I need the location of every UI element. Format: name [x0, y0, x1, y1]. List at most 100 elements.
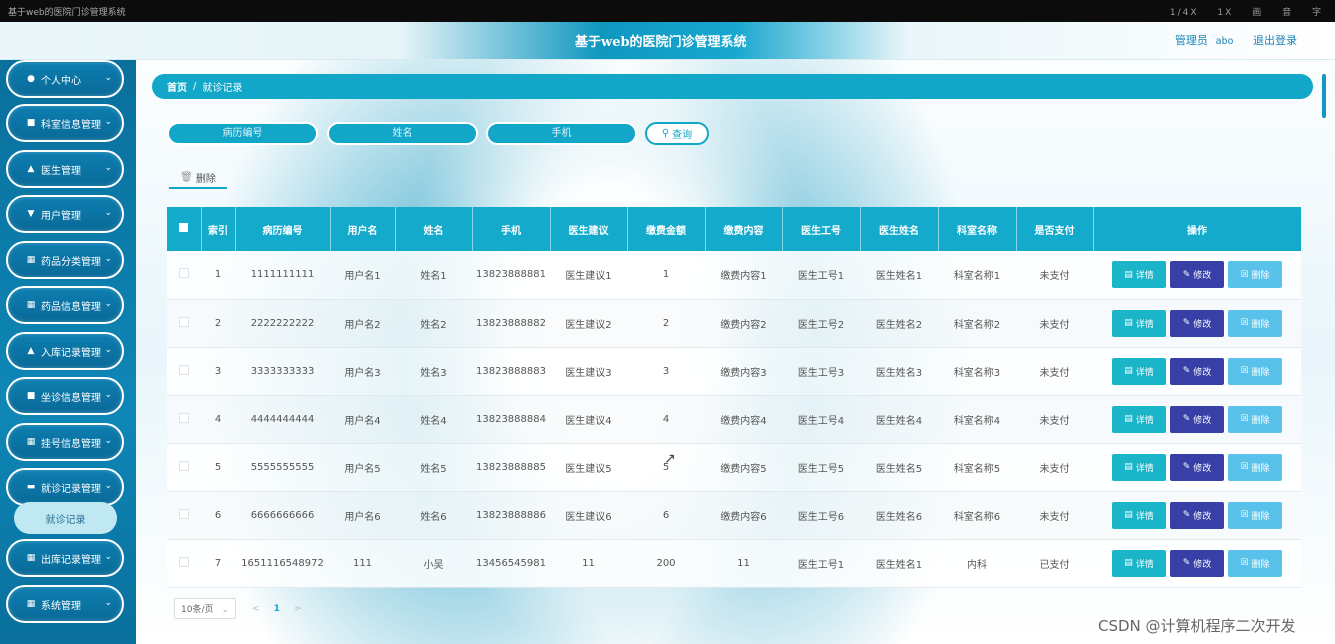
detail-button[interactable]: ▤ 详情: [1112, 405, 1166, 433]
player-controls[interactable]: 1/4X 1X 画 音 字: [1156, 5, 1323, 18]
select-all-header[interactable]: [167, 207, 202, 251]
detail-button[interactable]: ▤ 详情: [1112, 261, 1166, 289]
edit-button[interactable]: ✎ 修改: [1170, 549, 1224, 577]
search-button[interactable]: ⚲ 查询: [645, 122, 709, 145]
detail-button[interactable]: ▤ 详情: [1112, 501, 1166, 529]
chevron-down-icon: ⌄: [104, 390, 112, 400]
audio-control[interactable]: 音: [1282, 8, 1293, 18]
row-select-cell[interactable]: [167, 491, 201, 540]
row-select-cell[interactable]: [167, 443, 201, 492]
detail-button-label: 详情: [1135, 271, 1154, 282]
row-select-cell[interactable]: [167, 299, 201, 348]
row-checkbox[interactable]: [179, 316, 189, 327]
chevron-down-icon: ⌄: [104, 436, 112, 446]
sidebar-item-personal-center[interactable]: ● 个人中心 ⌄: [6, 60, 124, 98]
breadcrumb-home[interactable]: 首页: [167, 79, 187, 94]
detail-button[interactable]: ▤ 详情: [1112, 549, 1166, 577]
row-checkbox[interactable]: [179, 460, 189, 471]
table-cell: 用户名5: [330, 443, 395, 492]
edit-button[interactable]: ✎ 修改: [1170, 405, 1224, 433]
doctor-icon: ▲: [27, 164, 35, 174]
picture-control[interactable]: 画: [1252, 8, 1263, 18]
edit-button[interactable]: ✎ 修改: [1170, 501, 1224, 529]
detail-button[interactable]: ▤ 详情: [1112, 357, 1166, 385]
prev-page-button[interactable]: <: [252, 604, 260, 614]
row-checkbox[interactable]: [179, 508, 189, 519]
page-scrollbar[interactable]: [1322, 74, 1326, 118]
chevron-down-icon: ⌄: [104, 345, 112, 355]
page-size-select[interactable]: 10条/页 ⌄: [174, 598, 237, 619]
select-all-checkbox[interactable]: [179, 223, 189, 232]
sidebar-subitem-visit-record[interactable]: 就诊记录: [14, 502, 117, 534]
row-checkbox[interactable]: [179, 412, 189, 423]
trash-icon: ☒: [1240, 462, 1249, 472]
trash-icon: ☒: [1240, 269, 1249, 280]
chevron-down-icon: ⌄: [104, 254, 112, 264]
edit-button[interactable]: ✎ 修改: [1170, 309, 1224, 337]
table-cell: 用户名3: [330, 347, 395, 396]
delete-button[interactable]: ☒ 删除: [1228, 261, 1282, 289]
sidebar-item-visit-records[interactable]: ▬ 就诊记录管理 ⌄: [6, 468, 124, 506]
row-select-cell[interactable]: [167, 251, 201, 300]
pencil-icon: ✎: [1182, 462, 1191, 472]
delete-button[interactable]: ☒ 删除: [1228, 501, 1282, 529]
sidebar-item-registration[interactable]: ▦ 挂号信息管理 ⌄: [6, 423, 124, 461]
table-cell: 科室名称1: [938, 251, 1016, 300]
clinic-icon: ■: [26, 391, 36, 401]
delete-button[interactable]: ☒ 删除: [1228, 309, 1282, 337]
sidebar-item-stock-in[interactable]: ▲ 入库记录管理 ⌄: [6, 332, 124, 370]
edit-button[interactable]: ✎ 修改: [1170, 261, 1224, 289]
phone-input[interactable]: [486, 122, 637, 145]
row-checkbox[interactable]: [179, 556, 189, 567]
detail-icon: ▤: [1124, 414, 1133, 424]
column-header: 缴费内容: [705, 207, 783, 251]
edit-button[interactable]: ✎ 修改: [1170, 357, 1224, 385]
window-title: 基于web的医院门诊管理系统: [8, 8, 126, 18]
detail-button[interactable]: ▤ 详情: [1112, 309, 1166, 337]
sidebar-item-drug-category[interactable]: ▦ 药品分类管理 ⌄: [6, 241, 124, 279]
delete-button[interactable]: ☒ 删除: [1228, 549, 1282, 577]
detail-icon: ▤: [1124, 462, 1133, 472]
column-header: 手机: [472, 207, 551, 251]
delete-button[interactable]: ☒ 删除: [1228, 357, 1282, 385]
top-nav: 基于web的医院门诊管理系统 管理员 abo 退出登录: [0, 22, 1335, 60]
page-size-label: 10条/页: [181, 605, 214, 615]
speed-quarter-control[interactable]: 1/4X: [1170, 8, 1199, 18]
sidebar-item-drug-info[interactable]: ▦ 药品信息管理 ⌄: [6, 286, 124, 324]
row-checkbox[interactable]: [179, 268, 189, 279]
delete-button[interactable]: ☒ 删除: [1228, 405, 1282, 433]
row-checkbox[interactable]: [179, 364, 189, 375]
chevron-down-icon: ⌄: [104, 208, 112, 218]
sidebar-item-department[interactable]: ■ 科室信息管理 ⌄: [6, 104, 124, 142]
sidebar-item-clinic-info[interactable]: ■ 坐诊信息管理 ⌄: [6, 377, 124, 415]
record-number-input[interactable]: [167, 122, 318, 145]
name-input[interactable]: [327, 122, 478, 145]
actions-cell: ▤ 详情 ✎ 修改 ☒ 删除: [1093, 251, 1301, 300]
table-cell: 科室名称5: [938, 443, 1016, 492]
sidebar-item-users[interactable]: ▼ 用户管理 ⌄: [6, 195, 124, 233]
page-number[interactable]: 1: [274, 604, 280, 614]
row-select-cell[interactable]: [167, 347, 201, 396]
delete-button-label: 删除: [1251, 463, 1270, 474]
sidebar-item-label: 医生管理: [41, 165, 81, 177]
sidebar-item-system[interactable]: ▦ 系统管理 ⌄: [6, 585, 124, 623]
row-select-cell[interactable]: [167, 539, 201, 588]
table-cell: 未支付: [1016, 347, 1093, 396]
logout-link[interactable]: 退出登录: [1253, 34, 1297, 47]
sidebar-item-label: 坐诊信息管理: [41, 392, 101, 404]
sidebar-item-label: 个人中心: [41, 75, 81, 87]
sidebar-item-doctor[interactable]: ▲ 医生管理 ⌄: [6, 150, 124, 188]
delete-button[interactable]: ☒ 删除: [1228, 453, 1282, 481]
next-page-button[interactable]: >: [294, 604, 302, 614]
table-cell: 科室名称6: [938, 491, 1016, 540]
subtitle-control[interactable]: 字: [1312, 8, 1323, 18]
detail-button[interactable]: ▤ 详情: [1112, 453, 1166, 481]
sidebar-item-stock-out[interactable]: ▦ 出库记录管理 ⌄: [6, 539, 124, 577]
batch-delete-button[interactable]: 🗑 删除: [169, 167, 227, 189]
detail-icon: ▤: [1124, 318, 1133, 328]
user-icon: ●: [27, 74, 35, 84]
table-cell: 1: [627, 251, 705, 300]
edit-button[interactable]: ✎ 修改: [1170, 453, 1224, 481]
row-select-cell[interactable]: [167, 395, 201, 444]
speed-normal-control[interactable]: 1X: [1217, 8, 1233, 18]
